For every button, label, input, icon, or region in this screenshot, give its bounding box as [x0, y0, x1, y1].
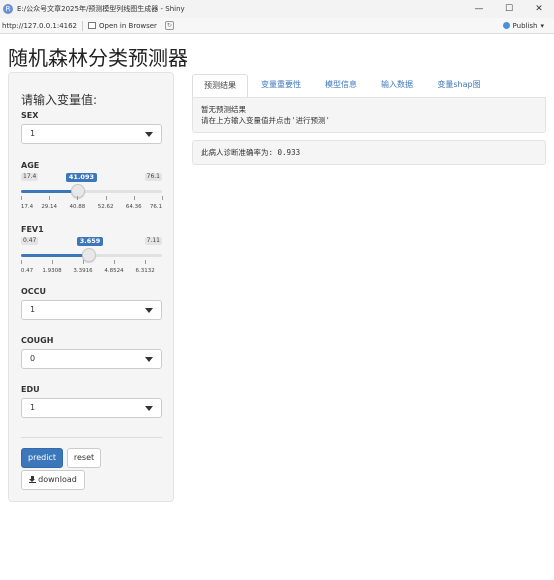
- close-icon[interactable]: ✕: [524, 4, 554, 14]
- prediction-result-box: 暂无预测结果 请在上方输入变量值并点击'进行预测': [192, 97, 546, 133]
- refresh-icon[interactable]: ↻: [164, 21, 174, 30]
- sex-field: SEX 1: [21, 111, 162, 144]
- slider-tick-label: 40.88: [69, 204, 86, 210]
- age-min-label: 17.4: [21, 173, 39, 181]
- age-slider-fill: [21, 190, 78, 193]
- fev1-slider-ticks: [21, 260, 162, 266]
- reset-button[interactable]: reset: [67, 448, 101, 468]
- browser-icon: [88, 22, 97, 29]
- occu-field: OCCU 1: [21, 287, 162, 320]
- caret-down-icon: [145, 357, 153, 362]
- viewer-toolbar: http://127.0.0.1:4162 Open in Browser ↻ …: [0, 18, 554, 34]
- tab-variable-importance[interactable]: 变量重要性: [250, 74, 312, 98]
- tab-input-data[interactable]: 输入数据: [370, 74, 424, 98]
- sidebar-panel: 请输入变量值: SEX 1 AGE 17.4 76.1 41.093 17.4 2…: [8, 72, 174, 502]
- slider-tick-label: 76.1: [149, 204, 163, 210]
- slider-tick: [145, 260, 147, 264]
- sex-label: SEX: [21, 111, 39, 120]
- minimize-icon[interactable]: —: [464, 4, 494, 14]
- caret-down-icon: [145, 308, 153, 313]
- slider-tick: [105, 196, 107, 200]
- maximize-icon[interactable]: ☐: [494, 4, 524, 14]
- publish-icon: [502, 22, 510, 29]
- slider-tick-label: 3.3916: [73, 268, 93, 274]
- age-slider-ticks: [21, 196, 163, 202]
- url-text: http://127.0.0.1:4162: [2, 21, 78, 30]
- slider-tick-label: 4.8524: [104, 268, 124, 274]
- fev1-max-label: 7.11: [144, 237, 162, 245]
- slider-tick: [77, 196, 79, 200]
- slider-tick-label: 17.4: [20, 204, 34, 210]
- slider-tick: [114, 260, 116, 264]
- fev1-min-label: 0.47: [21, 237, 39, 245]
- age-value-label: 41.093: [65, 173, 97, 182]
- slider-tick-label: 52.62: [97, 204, 114, 210]
- cough-select[interactable]: 0: [21, 349, 162, 369]
- edu-label: EDU: [21, 385, 40, 394]
- slider-tick: [162, 196, 163, 200]
- slider-tick-label: 29.14: [41, 204, 58, 210]
- caret-down-icon: [145, 132, 153, 137]
- age-field: AGE 17.4 76.1 41.093 17.4 29.14 40.88 52.62…: [21, 161, 163, 210]
- occu-value: 1: [30, 305, 36, 314]
- slider-tick: [49, 196, 51, 200]
- window-titlebar: R E:/公众号文章2025年/预测模型列线图生成器 - Shiny — ☐ ✕: [0, 0, 554, 18]
- publish-button[interactable]: Publish ▾: [502, 21, 544, 30]
- fev1-slider-fill: [21, 254, 89, 257]
- slider-tick: [52, 260, 54, 264]
- fev1-field: FEV1 0.47 7.11 3.659 0.47 1.9308 3.3916 4.8…: [21, 225, 162, 274]
- slider-tick: [21, 196, 22, 200]
- tab-model-info[interactable]: 模型信息: [314, 74, 368, 98]
- result-status-text: 暂无预测结果: [201, 105, 246, 114]
- accuracy-box: 此病人诊断准确率为: 0.933: [192, 140, 546, 165]
- caret-down-icon: [145, 406, 153, 411]
- slider-tick-label: 1.9308: [42, 268, 62, 274]
- result-hint-text: 请在上方输入变量值并点击'进行预测': [201, 116, 331, 125]
- sex-select[interactable]: 1: [21, 124, 162, 144]
- occu-select[interactable]: 1: [21, 300, 162, 320]
- cough-label: COUGH: [21, 336, 54, 345]
- edu-select[interactable]: 1: [21, 398, 162, 418]
- publish-label: Publish: [512, 21, 538, 30]
- app-icon: R: [3, 4, 13, 14]
- page-title: 随机森林分类预测器: [8, 46, 188, 70]
- sidebar-divider: [21, 437, 162, 438]
- window-title: E:/公众号文章2025年/预测模型列线图生成器 - Shiny: [17, 5, 185, 13]
- cough-value: 0: [30, 354, 36, 363]
- open-in-browser-label: Open in Browser: [99, 21, 157, 30]
- fev1-label: FEV1: [21, 225, 44, 234]
- download-icon: [29, 476, 37, 483]
- tab-shap-plot[interactable]: 变量shap图: [426, 74, 492, 98]
- slider-tick-label: 64.36: [125, 204, 142, 210]
- sidebar-heading: 请输入变量值:: [21, 93, 98, 107]
- accuracy-text: 此病人诊断准确率为: 0.933: [201, 148, 301, 157]
- tab-bar: 预测结果 变量重要性 模型信息 输入数据 变量shap图: [192, 74, 546, 99]
- slider-tick: [21, 260, 22, 264]
- predict-button[interactable]: predict: [21, 448, 63, 468]
- age-max-label: 76.1: [144, 173, 162, 181]
- edu-field: EDU 1: [21, 385, 162, 418]
- slider-tick: [83, 260, 85, 264]
- age-slider[interactable]: 17.4 76.1 41.093 17.4 29.14 40.88 52.62 64.3…: [20, 173, 163, 215]
- age-label: AGE: [21, 161, 40, 170]
- chevron-down-icon: ▾: [540, 21, 544, 30]
- fev1-slider[interactable]: 0.47 7.11 3.659 0.47 1.9308 3.3916 4.8524 6.…: [21, 237, 162, 279]
- sex-value: 1: [30, 129, 36, 138]
- open-in-browser-button[interactable]: Open in Browser: [88, 22, 157, 30]
- download-label: download: [38, 475, 77, 484]
- slider-tick-label: 6.3132: [135, 268, 155, 274]
- slider-tick: [133, 196, 135, 200]
- download-button[interactable]: download: [21, 470, 85, 490]
- cough-field: COUGH 0: [21, 336, 162, 369]
- occu-label: OCCU: [21, 287, 47, 296]
- edu-value: 1: [30, 403, 36, 412]
- slider-tick-label: 0.47: [20, 268, 34, 274]
- tab-prediction-result[interactable]: 预测结果: [192, 74, 248, 99]
- fev1-value-label: 3.659: [76, 237, 104, 246]
- toolbar-divider: [82, 20, 84, 31]
